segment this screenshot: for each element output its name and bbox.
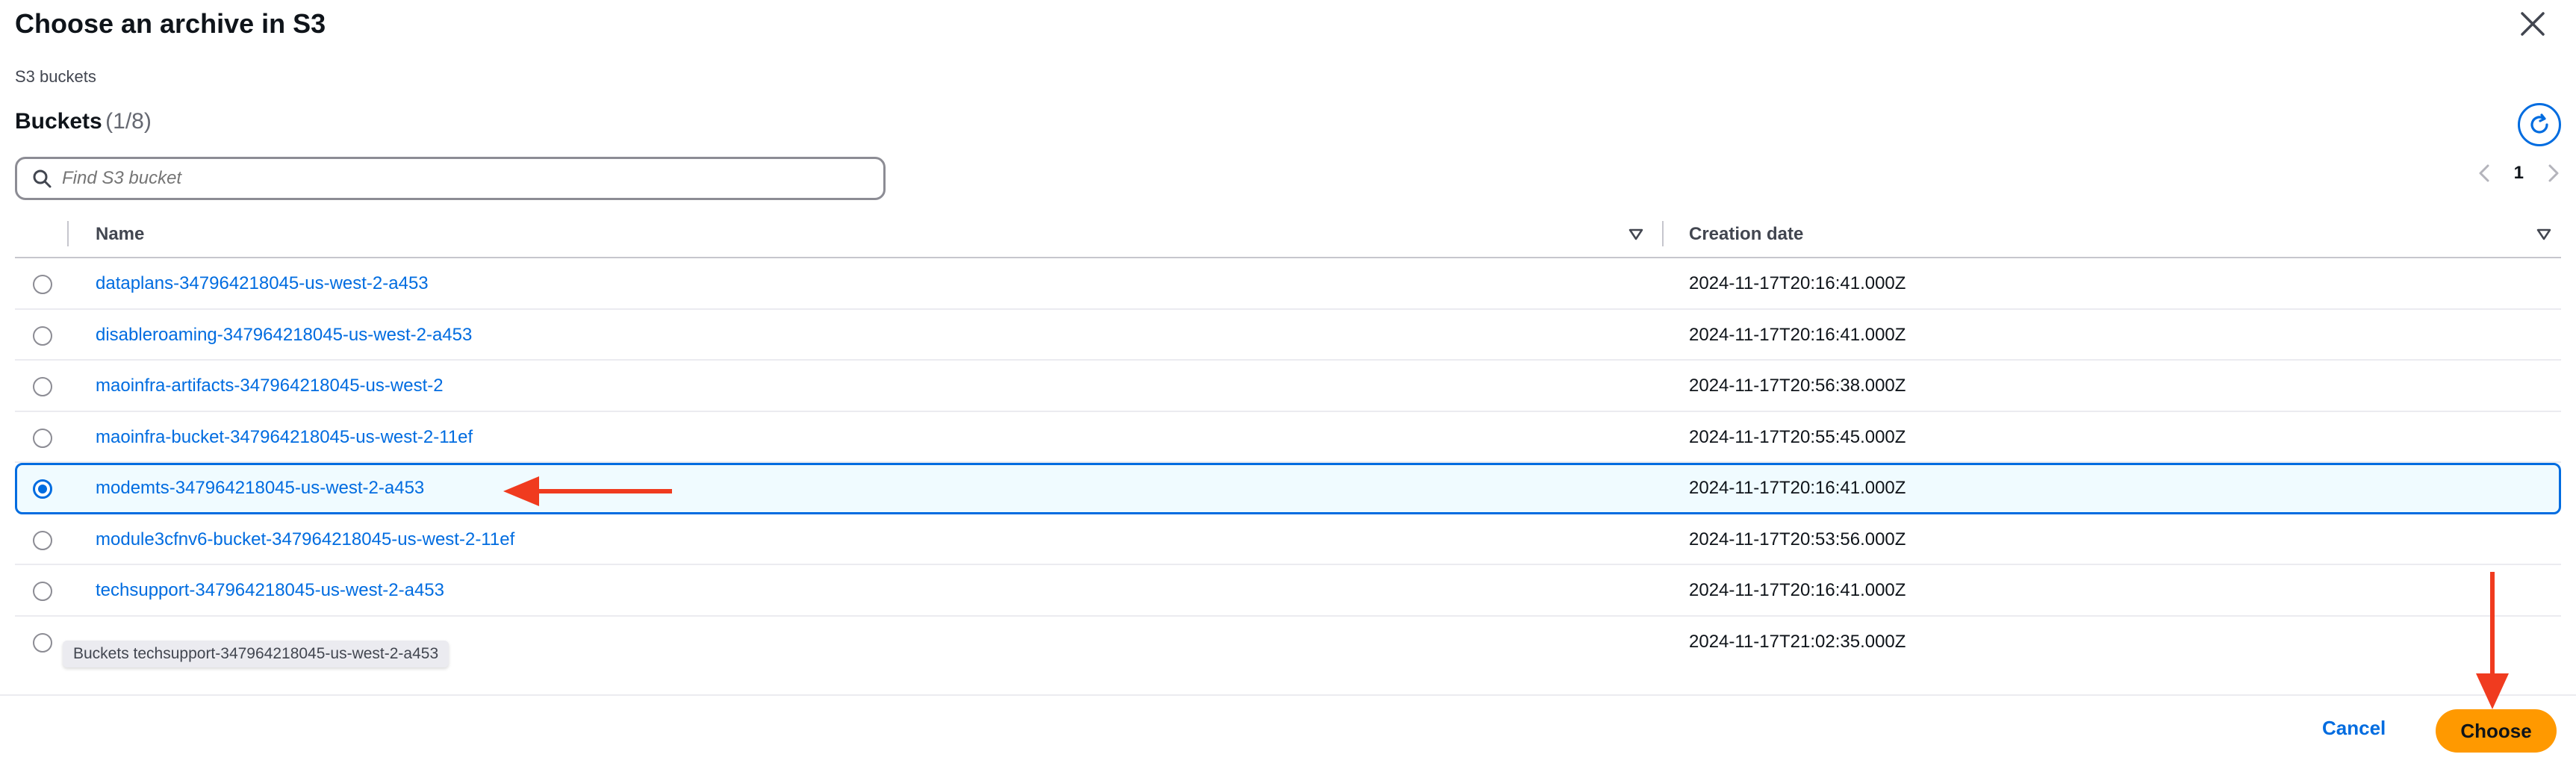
sort-down-icon[interactable] bbox=[1628, 227, 1644, 242]
column-divider[interactable] bbox=[1662, 221, 1664, 246]
modal-header: Choose an archive in S3 bbox=[15, 6, 2561, 51]
close-button[interactable] bbox=[2516, 7, 2549, 40]
chevron-left-icon[interactable] bbox=[2477, 163, 2492, 184]
cancel-button[interactable]: Cancel bbox=[2322, 717, 2386, 740]
row-radio[interactable] bbox=[33, 530, 52, 550]
table-row[interactable]: techsupport-347964218045-us-west-2-a453 … bbox=[15, 565, 2561, 617]
chevron-right-icon[interactable] bbox=[2546, 163, 2561, 184]
sort-down-icon[interactable] bbox=[2536, 227, 2552, 242]
table-header: Buckets (1/8) bbox=[15, 103, 2561, 146]
table-title: Buckets bbox=[15, 109, 102, 134]
creation-date: 2024-11-17T20:16:41.000Z bbox=[1689, 580, 1906, 600]
column-divider bbox=[67, 221, 69, 246]
table-row[interactable]: disableroaming-347964218045-us-west-2-a4… bbox=[15, 310, 2561, 361]
row-radio[interactable] bbox=[33, 377, 52, 396]
bucket-link[interactable]: maoinfra-bucket-347964218045-us-west-2-1… bbox=[96, 427, 473, 448]
buckets-table: Name Creation date dataplans-34796421804… bbox=[15, 211, 2561, 667]
choose-button[interactable]: Choose bbox=[2436, 709, 2557, 753]
table-count: (1/8) bbox=[105, 109, 152, 134]
bucket-link[interactable]: techsupport-347964218045-us-west-2-a453 bbox=[96, 580, 444, 601]
creation-date: 2024-11-17T20:55:45.000Z bbox=[1689, 426, 1906, 447]
row-radio[interactable] bbox=[33, 582, 52, 601]
table-row-selected[interactable]: modemts-347964218045-us-west-2-a453 2024… bbox=[15, 463, 2561, 514]
creation-date: 2024-11-17T20:56:38.000Z bbox=[1689, 376, 1906, 396]
table-head: Name Creation date bbox=[15, 211, 2561, 258]
refresh-icon bbox=[2530, 113, 2548, 134]
creation-date: 2024-11-17T21:02:35.000Z bbox=[1689, 631, 1906, 652]
table-row[interactable]: maoinfra-bucket-347964218045-us-west-2-1… bbox=[15, 412, 2561, 463]
search-icon bbox=[33, 169, 52, 188]
table-row[interactable]: dataplans-347964218045-us-west-2-a453 20… bbox=[15, 258, 2561, 310]
refresh-button[interactable] bbox=[2518, 103, 2561, 146]
table-row[interactable]: module3cfnv6-bucket-347964218045-us-west… bbox=[15, 514, 2561, 565]
row-radio[interactable] bbox=[33, 632, 52, 653]
breadcrumb: S3 buckets bbox=[15, 67, 96, 86]
row-radio-checked[interactable] bbox=[33, 479, 52, 499]
bucket-link[interactable]: disableroaming-347964218045-us-west-2-a4… bbox=[96, 325, 472, 346]
column-header-date[interactable]: Creation date bbox=[1689, 224, 1803, 245]
footer-divider bbox=[0, 694, 2576, 696]
row-radio[interactable] bbox=[33, 326, 52, 346]
creation-date: 2024-11-17T20:16:41.000Z bbox=[1689, 273, 1906, 293]
pagination: 1 bbox=[2477, 163, 2561, 184]
bucket-link[interactable]: dataplans-347964218045-us-west-2-a453 bbox=[96, 273, 429, 294]
creation-date: 2024-11-17T20:16:41.000Z bbox=[1689, 478, 1906, 498]
column-header-name[interactable]: Name bbox=[96, 224, 144, 245]
creation-date: 2024-11-17T20:53:56.000Z bbox=[1689, 529, 1906, 549]
close-icon bbox=[2521, 12, 2545, 36]
page-number[interactable]: 1 bbox=[2514, 163, 2524, 184]
creation-date: 2024-11-17T20:16:41.000Z bbox=[1689, 324, 1906, 345]
search-input[interactable] bbox=[62, 168, 809, 189]
bucket-link[interactable]: maoinfra-artifacts-347964218045-us-west-… bbox=[96, 376, 444, 396]
row-radio[interactable] bbox=[33, 428, 52, 448]
bucket-link[interactable]: module3cfnv6-bucket-347964218045-us-west… bbox=[96, 529, 514, 550]
bucket-link[interactable]: modemts-347964218045-us-west-2-a453 bbox=[96, 478, 424, 499]
bucket-tooltip: Buckets techsupport-347964218045-us-west… bbox=[63, 641, 449, 667]
modal-title: Choose an archive in S3 bbox=[15, 8, 326, 39]
search-field[interactable] bbox=[15, 157, 886, 200]
row-radio[interactable] bbox=[33, 275, 52, 294]
table-row[interactable]: maoinfra-artifacts-347964218045-us-west-… bbox=[15, 361, 2561, 412]
